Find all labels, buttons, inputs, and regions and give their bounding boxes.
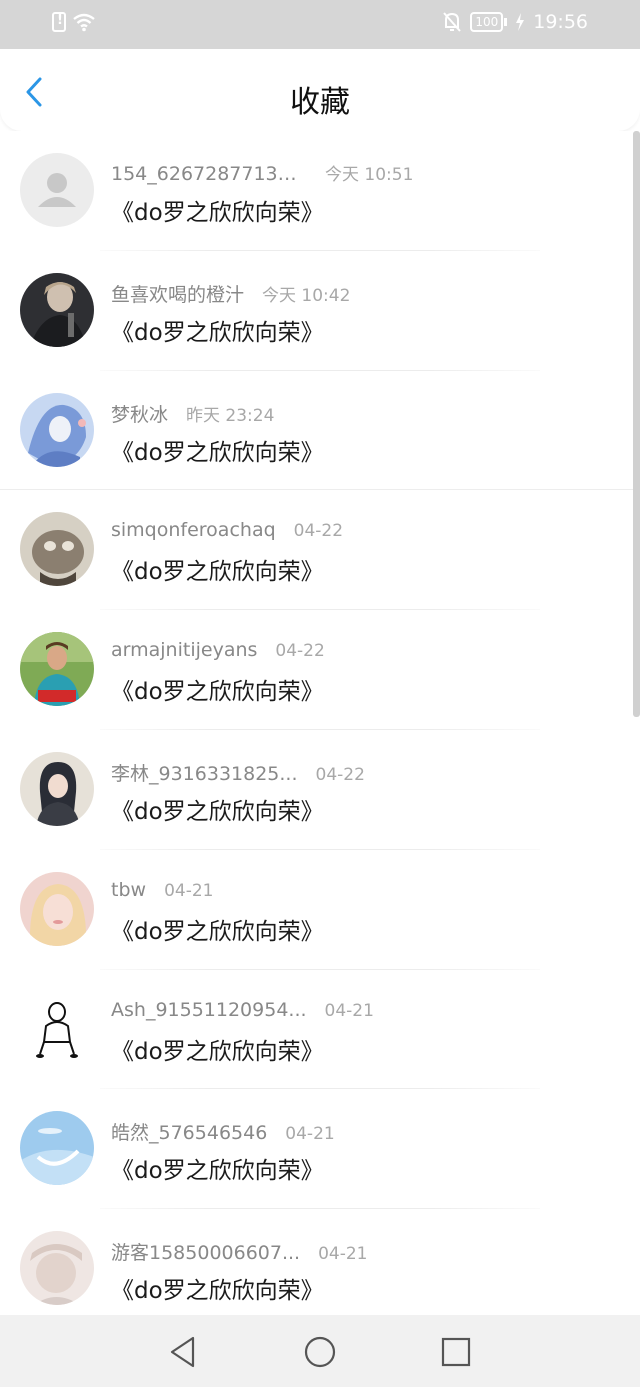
page-title: 收藏: [290, 85, 350, 120]
bell-off-icon: [443, 12, 462, 32]
timestamp: 04-22: [293, 521, 344, 542]
favorites-list[interactable]: 154_62672877138... 今天 10:51 《do罗之欣欣向荣》 鱼…: [0, 131, 640, 1315]
timestamp: 04-21: [318, 1244, 368, 1265]
meta-row: tbw 04-21: [111, 879, 213, 901]
charging-icon: [516, 13, 525, 31]
username[interactable]: 皓然_576546546: [111, 1118, 267, 1145]
item-title[interactable]: 《do罗之欣欣向荣》: [111, 313, 324, 347]
nav-recents-button[interactable]: [439, 1335, 473, 1369]
list-item[interactable]: 鱼喜欢喝的橙汁 今天 10:42 《do罗之欣欣向荣》: [0, 251, 640, 371]
timestamp: 今天 10:42: [262, 285, 351, 306]
meta-row: 梦秋冰 昨天 23:24: [111, 400, 274, 427]
list-item[interactable]: armajnitijeyans 04-22 《do罗之欣欣向荣》: [0, 610, 640, 730]
meta-row: Ash_91551120954... 04-21: [111, 999, 374, 1021]
meta-row: 154_62672877138... 今天 10:51: [111, 160, 413, 185]
list-item[interactable]: 梦秋冰 昨天 23:24 《do罗之欣欣向荣》: [0, 371, 640, 491]
meta-row: 游客15850006607... 04-21: [111, 1238, 368, 1265]
nav-home-button[interactable]: [303, 1335, 337, 1369]
timestamp: 04-22: [315, 764, 365, 785]
timestamp: 04-21: [164, 880, 214, 901]
photo-avatar[interactable]: [20, 392, 94, 467]
status-right-icons: 100 19:56: [442, 11, 588, 33]
timestamp: 昨天 23:24: [186, 405, 275, 426]
photo-avatar[interactable]: [20, 751, 94, 826]
photo-avatar[interactable]: [20, 871, 94, 946]
meta-row: 李林_9316331825... 04-22: [111, 759, 365, 786]
nav-back-button[interactable]: [166, 1335, 200, 1369]
username[interactable]: tbw: [111, 879, 146, 901]
timestamp: 04-22: [275, 641, 325, 662]
item-title[interactable]: 《do罗之欣欣向荣》: [111, 433, 324, 467]
scrollbar[interactable]: [633, 131, 640, 717]
username[interactable]: armajnitijeyans: [111, 639, 257, 661]
item-title[interactable]: 《do罗之欣欣向荣》: [111, 193, 324, 227]
status-time: 19:56: [533, 11, 588, 33]
wifi-icon: [73, 13, 95, 32]
item-title[interactable]: 《do罗之欣欣向荣》: [111, 552, 324, 586]
list-item[interactable]: simqonferoachaq 04-22 《do罗之欣欣向荣》: [0, 490, 640, 611]
circle-home-icon: [304, 1336, 336, 1368]
list-item[interactable]: 皓然_576546546 04-21 《do罗之欣欣向荣》: [0, 1089, 640, 1210]
photo-avatar[interactable]: [20, 512, 94, 587]
battery-level: 100: [475, 15, 499, 29]
system-nav-bar: [0, 1315, 640, 1387]
list-item[interactable]: 李林_9316331825... 04-22 《do罗之欣欣向荣》: [0, 730, 640, 850]
battery-icon: 100: [470, 12, 504, 32]
username[interactable]: 梦秋冰: [111, 400, 168, 427]
default-avatar[interactable]: [20, 153, 94, 227]
username[interactable]: 鱼喜欢喝的橙汁: [111, 280, 244, 307]
item-title[interactable]: 《do罗之欣欣向荣》: [111, 1271, 324, 1305]
item-title[interactable]: 《do罗之欣欣向荣》: [111, 792, 324, 826]
item-title[interactable]: 《do罗之欣欣向荣》: [111, 1151, 324, 1185]
timestamp: 04-21: [324, 1000, 374, 1021]
square-recents-icon: [441, 1337, 471, 1367]
username[interactable]: simqonferoachaq: [111, 519, 276, 541]
sim-alert-icon: [52, 12, 66, 32]
list-item[interactable]: Ash_91551120954... 04-21 《do罗之欣欣向荣》: [0, 970, 640, 1090]
item-title[interactable]: 《do罗之欣欣向荣》: [111, 672, 324, 706]
sketch-avatar[interactable]: [20, 991, 94, 1066]
photo-avatar[interactable]: [20, 272, 94, 347]
photo-avatar[interactable]: [20, 1111, 94, 1186]
triangle-back-icon: [170, 1336, 195, 1368]
timestamp: 今天 10:51: [325, 165, 414, 185]
item-title[interactable]: 《do罗之欣欣向荣》: [111, 912, 324, 946]
username[interactable]: 游客15850006607...: [111, 1238, 300, 1265]
photo-avatar[interactable]: [20, 1231, 94, 1306]
photo-avatar[interactable]: [20, 632, 94, 707]
meta-row: simqonferoachaq 04-22: [111, 519, 343, 541]
item-title[interactable]: 《do罗之欣欣向荣》: [111, 1032, 324, 1066]
list-item[interactable]: 游客15850006607... 04-21 《do罗之欣欣向荣》: [0, 1209, 640, 1315]
title-bar: 收藏: [0, 49, 640, 131]
username[interactable]: Ash_91551120954...: [111, 999, 307, 1021]
username[interactable]: 154_62672877138...: [111, 163, 307, 185]
list-item[interactable]: 154_62672877138... 今天 10:51 《do罗之欣欣向荣》: [0, 131, 640, 251]
battery-tip: [504, 18, 508, 26]
status-left-icons: [52, 12, 96, 32]
meta-row: 鱼喜欢喝的橙汁 今天 10:42: [111, 280, 350, 307]
status-bar: 100 19:56: [0, 0, 640, 49]
meta-row: 皓然_576546546 04-21: [111, 1118, 335, 1145]
meta-row: armajnitijeyans 04-22: [111, 639, 325, 661]
username[interactable]: 李林_9316331825...: [111, 759, 298, 786]
timestamp: 04-21: [285, 1124, 335, 1145]
list-item[interactable]: tbw 04-21 《do罗之欣欣向荣》: [0, 850, 640, 970]
